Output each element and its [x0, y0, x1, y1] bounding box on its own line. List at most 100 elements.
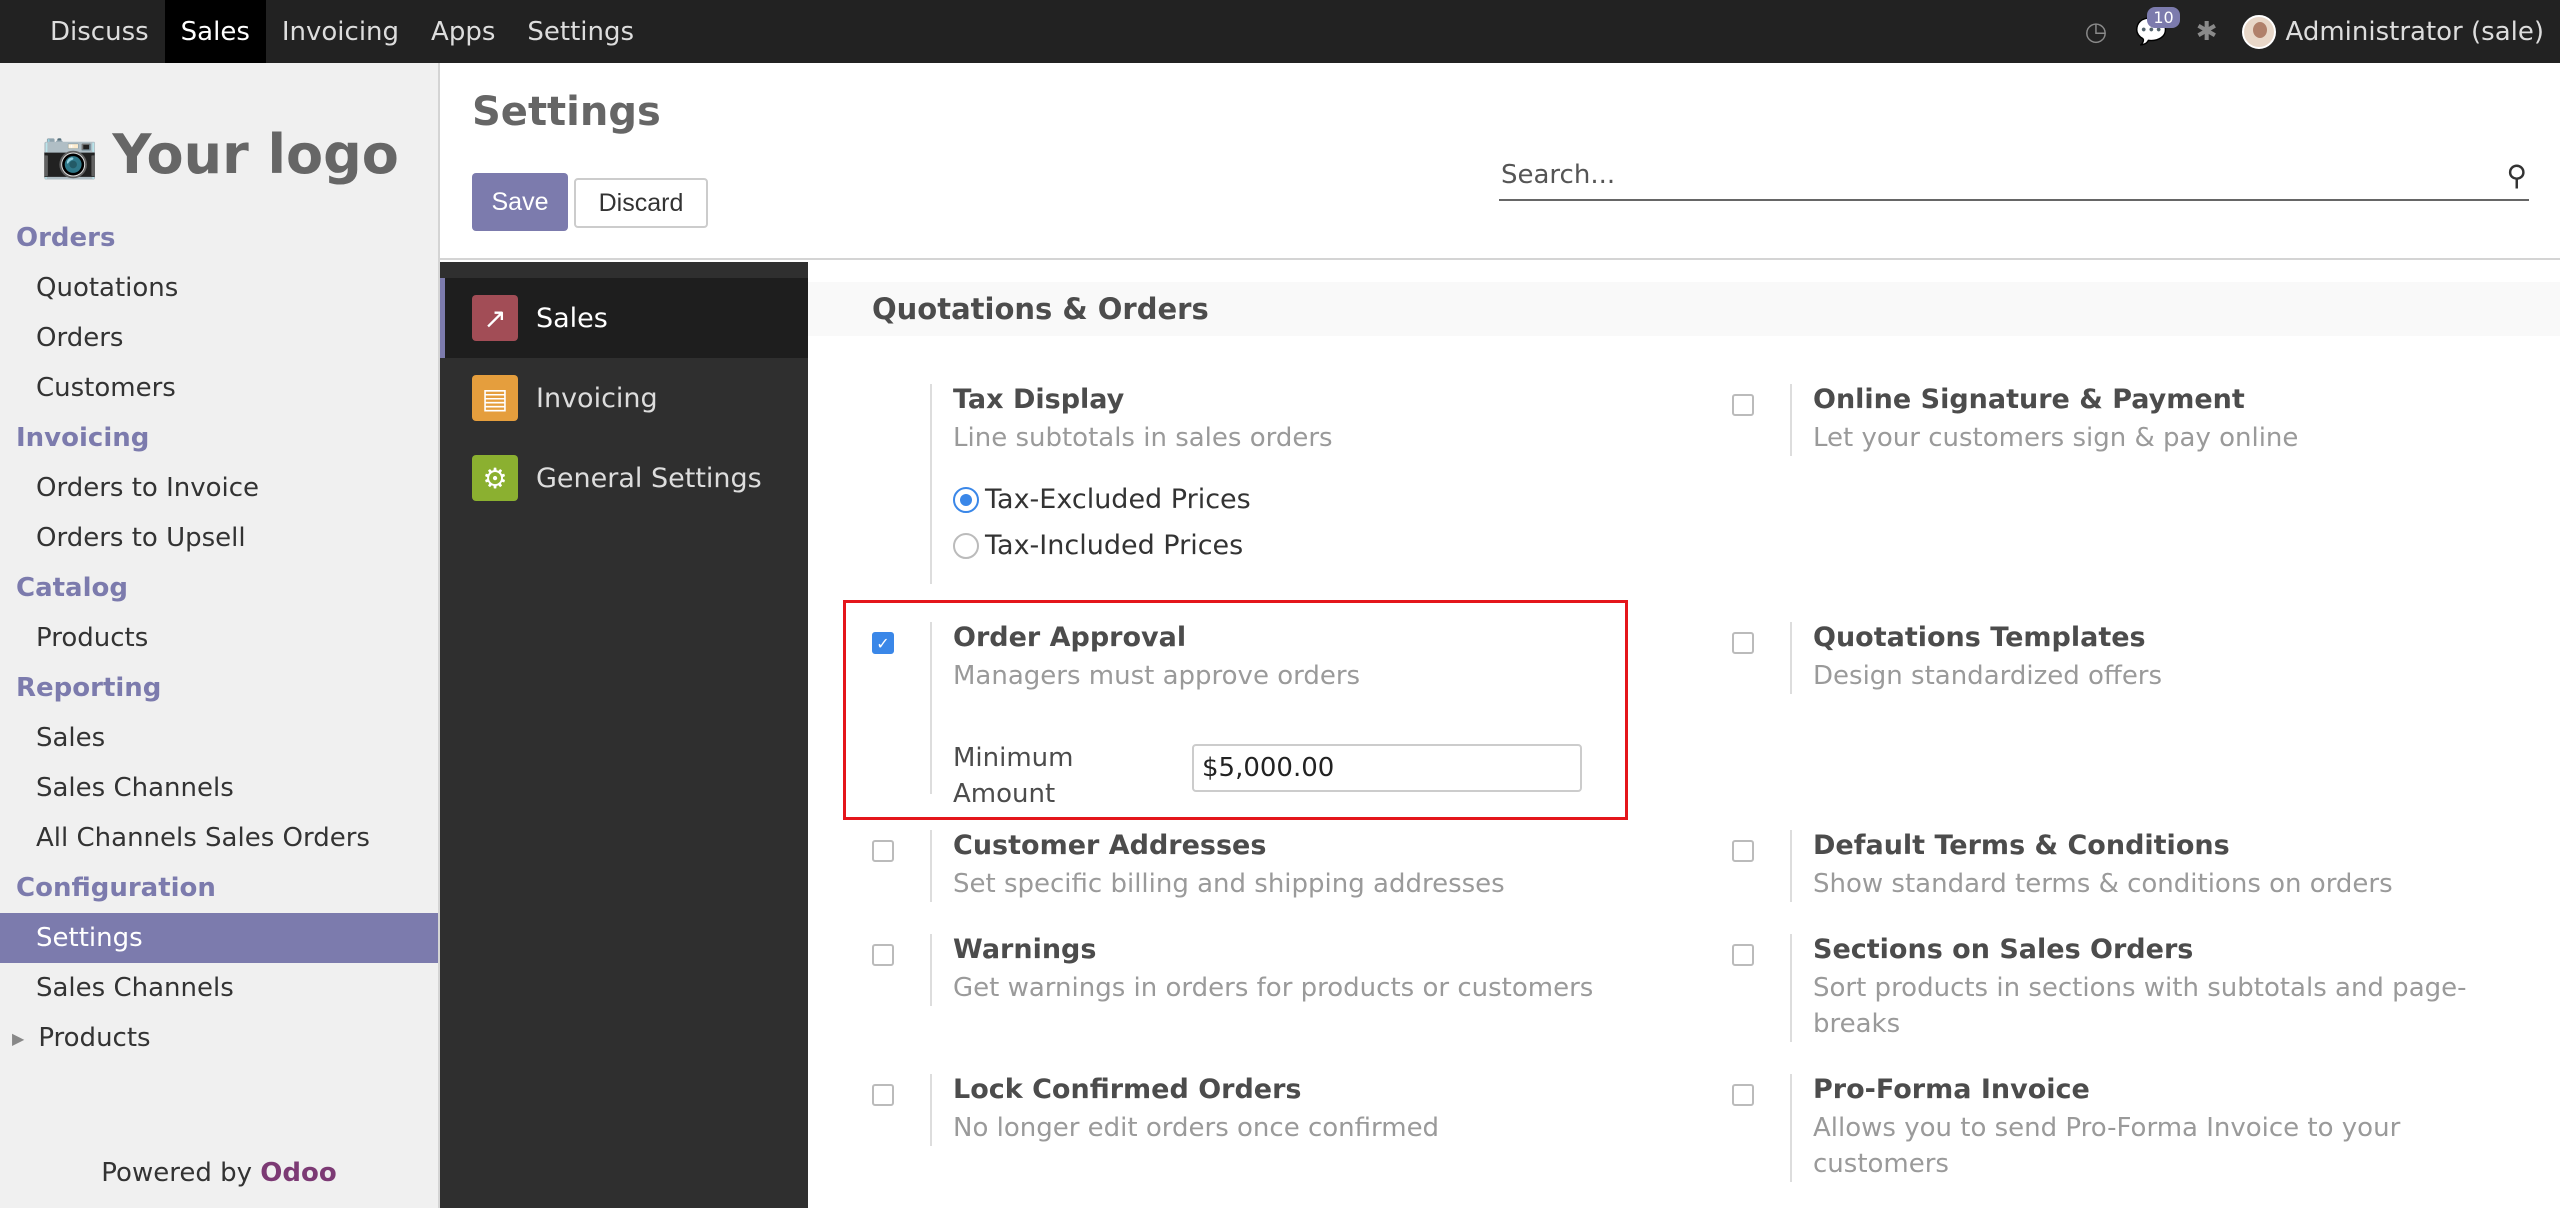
- setting-title: Tax Display: [953, 384, 1125, 415]
- systray: ◷ 💬 10 ✱ Administrator (sale): [2071, 0, 2560, 63]
- default-terms-checkbox[interactable]: [1732, 840, 1754, 862]
- avatar[interactable]: [2241, 14, 2276, 49]
- sidebar-item-orders[interactable]: Orders: [0, 313, 438, 363]
- divider: [1790, 934, 1792, 1042]
- search-icon[interactable]: ⚲: [2506, 159, 2527, 192]
- company-logo[interactable]: 📷 Your logo: [40, 109, 400, 199]
- setting-customer-addresses: Customer Addresses Set specific billing …: [808, 830, 1668, 910]
- divider: [930, 384, 932, 584]
- setting-default-terms: Default Terms & Conditions Show standard…: [1668, 830, 2548, 910]
- section-reporting: Reporting: [16, 673, 162, 703]
- user-menu[interactable]: Administrator (sale): [2286, 17, 2545, 47]
- setting-title: Sections on Sales Orders: [1813, 934, 2194, 965]
- radio-label: Tax-Included Prices: [985, 530, 1244, 561]
- search-input[interactable]: Search... ⚲: [1499, 151, 2529, 201]
- sidebar-item-config-sales-channels[interactable]: Sales Channels: [0, 963, 438, 1013]
- section-configuration: Configuration: [16, 873, 216, 903]
- setting-title: Customer Addresses: [953, 830, 1267, 861]
- section-orders: Orders: [16, 223, 116, 253]
- menu-invoicing[interactable]: Invoicing: [266, 0, 415, 63]
- warnings-checkbox[interactable]: [872, 944, 894, 966]
- radio-label: Tax-Excluded Prices: [985, 484, 1251, 515]
- proforma-checkbox[interactable]: [1732, 1084, 1754, 1106]
- app-invoicing[interactable]: ▤ Invoicing: [440, 358, 808, 438]
- discard-button[interactable]: Discard: [574, 178, 708, 228]
- divider: [1790, 1074, 1792, 1182]
- online-signature-checkbox[interactable]: [1732, 394, 1754, 416]
- setting-title: Lock Confirmed Orders: [953, 1074, 1302, 1105]
- setting-quotation-templates: Quotations Templates Design standardized…: [1668, 622, 2548, 702]
- setting-desc: Line subtotals in sales orders: [953, 423, 1333, 453]
- logo-text: Your logo: [112, 122, 399, 186]
- setting-desc: Set specific billing and shipping addres…: [953, 869, 1505, 899]
- page-title: Settings: [472, 89, 661, 135]
- clock-icon[interactable]: ◷: [2085, 17, 2108, 47]
- sales-chart-icon: ↗: [472, 295, 518, 341]
- setting-title: Warnings: [953, 934, 1097, 965]
- setting-online-signature: Online Signature & Payment Let your cust…: [1668, 384, 2548, 464]
- sidebar-item-orders-to-invoice[interactable]: Orders to Invoice: [0, 463, 438, 513]
- sidebar-nav: Orders Quotations Orders Customers Invoi…: [0, 213, 438, 1063]
- settings-apps-panel: ↗ Sales ▤ Invoicing ⚙ General Settings: [440, 262, 808, 1208]
- powered-by: Powered by Odoo: [0, 1158, 438, 1208]
- desc-line2: breaks: [1813, 1009, 1901, 1039]
- setting-desc: No longer edit orders once confirmed: [953, 1113, 1440, 1143]
- menu-apps[interactable]: Apps: [415, 0, 511, 63]
- setting-desc: Allows you to send Pro-Forma Invoice to …: [1813, 1110, 2400, 1182]
- sidebar-item-report-sales[interactable]: Sales: [0, 713, 438, 763]
- setting-proforma: Pro-Forma Invoice Allows you to send Pro…: [1668, 1074, 2548, 1184]
- setting-lock-confirmed: Lock Confirmed Orders No longer edit ord…: [808, 1074, 1668, 1154]
- setting-title: Quotations Templates: [1813, 622, 2146, 653]
- powered-by-text: Powered by: [101, 1158, 252, 1188]
- divider: [1790, 830, 1792, 902]
- app-invoicing-label: Invoicing: [536, 382, 658, 414]
- section-invoicing: Invoicing: [16, 423, 150, 453]
- customer-addresses-checkbox[interactable]: [872, 840, 894, 862]
- radio-button[interactable]: [953, 532, 979, 559]
- top-navbar: Discuss Sales Invoicing Apps Settings ◷ …: [0, 0, 2560, 63]
- divider: [1790, 384, 1792, 456]
- radio-tax-excluded[interactable]: Tax-Excluded Prices: [953, 484, 1251, 515]
- sidebar-item-report-sales-channels[interactable]: Sales Channels: [0, 763, 438, 813]
- sidebar-item-quotations[interactable]: Quotations: [0, 263, 438, 313]
- menu-discuss[interactable]: Discuss: [34, 0, 165, 63]
- sidebar-item-all-channels[interactable]: All Channels Sales Orders: [0, 813, 438, 863]
- bug-icon[interactable]: ✱: [2196, 17, 2218, 47]
- sidebar-item-settings[interactable]: Settings: [0, 913, 438, 963]
- search-placeholder: Search...: [1501, 160, 1616, 190]
- setting-warnings: Warnings Get warnings in orders for prod…: [808, 934, 1668, 1014]
- radio-button[interactable]: [953, 486, 979, 513]
- setting-desc: Get warnings in orders for products or c…: [953, 973, 1594, 1003]
- divider: [930, 1074, 932, 1146]
- sidebar-item-orders-to-upsell[interactable]: Orders to Upsell: [0, 513, 438, 563]
- setting-desc: Design standardized offers: [1813, 661, 2163, 691]
- radio-tax-included[interactable]: Tax-Included Prices: [953, 530, 1243, 561]
- divider: [930, 934, 932, 1006]
- main-menu: Discuss Sales Invoicing Apps Settings: [0, 0, 650, 63]
- sidebar-item-config-products[interactable]: ▶ Products: [0, 1013, 438, 1063]
- sections-on-orders-checkbox[interactable]: [1732, 944, 1754, 966]
- app-sales[interactable]: ↗ Sales: [440, 278, 808, 358]
- menu-sales[interactable]: Sales: [164, 0, 266, 63]
- app-general-settings[interactable]: ⚙ General Settings: [440, 438, 808, 518]
- gear-icon: ⚙: [472, 455, 518, 501]
- divider: [930, 830, 932, 902]
- section-title: Quotations & Orders: [808, 282, 2560, 336]
- odoo-link[interactable]: Odoo: [260, 1158, 336, 1188]
- desc-line1: Sort products in sections with subtotals…: [1813, 973, 2467, 1003]
- app-general-label: General Settings: [536, 462, 762, 494]
- setting-sections-on-orders: Sections on Sales Orders Sort products i…: [1668, 934, 2548, 1044]
- setting-title: Pro-Forma Invoice: [1813, 1074, 2090, 1105]
- sidebar-item-products[interactable]: Products: [0, 613, 438, 663]
- sidebar-item-customers[interactable]: Customers: [0, 363, 438, 413]
- chat-icon[interactable]: 💬 10: [2135, 6, 2180, 47]
- save-button[interactable]: Save: [472, 173, 568, 231]
- invoice-document-icon: ▤: [472, 375, 518, 421]
- setting-desc: Sort products in sections with subtotals…: [1813, 970, 2467, 1042]
- app-sales-label: Sales: [536, 302, 608, 334]
- caret-right-icon: ▶: [12, 1028, 25, 1048]
- menu-settings[interactable]: Settings: [511, 0, 650, 63]
- highlight-box: [843, 600, 1628, 820]
- quotation-templates-checkbox[interactable]: [1732, 632, 1754, 654]
- lock-confirmed-checkbox[interactable]: [872, 1084, 894, 1106]
